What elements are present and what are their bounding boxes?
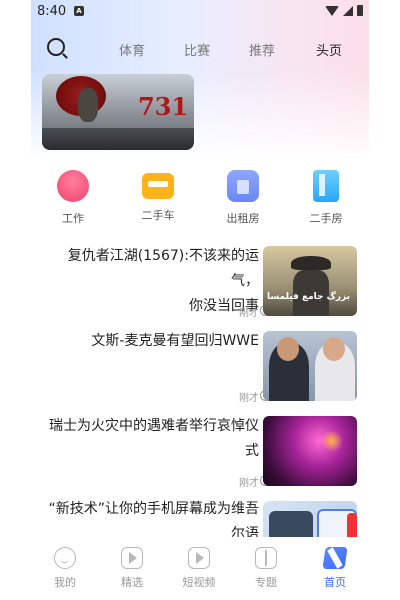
quick-link-label: 二手房: [309, 212, 343, 225]
nav-item-short-video[interactable]: 短视频: [169, 547, 229, 590]
nav-label: 我的: [54, 576, 76, 589]
battery-icon: [357, 5, 363, 16]
news-title-line: 你没当回事: [189, 298, 259, 314]
nav-label: 首页: [324, 576, 346, 589]
news-title: 文斯-麦克曼有望回归WWE: [45, 329, 259, 354]
news-title-line: 文斯-麦克曼有望回归WWE: [91, 333, 259, 349]
featured-icon: [121, 547, 143, 569]
tab-matches[interactable]: 比赛: [184, 40, 210, 59]
profile-icon: [54, 547, 76, 569]
news-title: 瑞士为火灾中的遇难者举行哀悼仪 式: [45, 414, 259, 464]
short-video-icon: [188, 547, 210, 569]
news-thumbnail: [263, 416, 357, 486]
news-title-line: 瑞士为火灾中的遇难者举行哀悼仪: [49, 418, 259, 434]
thumb-hat: [291, 256, 331, 270]
status-time: 8:40: [37, 4, 67, 19]
thumb-head: [277, 337, 299, 361]
banner-gasmask-figure: [78, 88, 98, 122]
nav-item-home[interactable]: 首页: [305, 547, 365, 590]
nav-label: 精选: [121, 576, 143, 589]
news-time: 刚才: [239, 393, 259, 404]
news-title-line: 式: [245, 443, 259, 459]
nav-item-topics[interactable]: 专题: [236, 547, 296, 590]
nav-label: 短视频: [182, 576, 216, 589]
news-thumbnail: [263, 331, 357, 401]
news-time: 刚才: [239, 308, 259, 319]
news-item[interactable]: 瑞士为火灾中的遇难者举行哀悼仪 式 刚才: [31, 414, 369, 494]
news-title-line: “新技术”让你的手机屏幕成为维吾: [48, 501, 259, 517]
status-bar: 8:40 A: [31, 0, 369, 24]
work-icon: [57, 170, 89, 202]
search-icon[interactable]: [47, 38, 65, 56]
nav-label: 专题: [255, 576, 277, 589]
wifi-icon: [325, 5, 339, 16]
banner-title: 731: [138, 92, 189, 121]
banner-crowd: [42, 128, 194, 150]
quick-link-label: 工作: [62, 212, 84, 225]
signal-icon: [343, 5, 353, 16]
rental-house-icon: [227, 170, 259, 202]
status-icons: [325, 5, 363, 16]
news-title-line: 复仇者江湖(1567):不该来的运气，: [67, 248, 259, 289]
news-item[interactable]: 复仇者江湖(1567):不该来的运气， 你没当回事 刚才 بزرگ جامع ف…: [31, 244, 369, 324]
second-hand-house-icon: [313, 170, 339, 202]
notification-a-icon: A: [74, 6, 84, 16]
nav-item-mine[interactable]: 我的: [35, 547, 95, 590]
thumb-light: [321, 430, 343, 452]
app-screen: 8:40 A 体育 比赛 推荐 头页 731 工作 二手车 出租房 二手房 复仇…: [31, 0, 369, 600]
quick-link-second-hand-house[interactable]: 二手房: [296, 170, 356, 226]
top-nav: 体育 比赛 推荐 头页: [31, 32, 369, 62]
quick-link-work[interactable]: 工作: [43, 170, 103, 226]
quick-link-rental[interactable]: 出租房: [213, 170, 273, 226]
bottom-nav: 我的 精选 短视频 专题 首页: [31, 537, 369, 600]
thumb-caption: بزرگ جامع فیلمسا: [267, 292, 351, 302]
used-car-icon: [142, 173, 174, 199]
tab-headlines[interactable]: 头页: [316, 40, 342, 59]
news-time: 刚才: [239, 478, 259, 489]
tab-recommended[interactable]: 推荐: [249, 40, 275, 59]
quick-link-used-car[interactable]: 二手车: [128, 170, 188, 223]
home-icon: [322, 547, 348, 569]
news-title: 复仇者江湖(1567):不该来的运气， 你没当回事: [45, 244, 259, 319]
featured-banner[interactable]: 731: [42, 74, 194, 150]
tab-sports[interactable]: 体育: [119, 40, 145, 59]
thumb-head: [323, 337, 345, 361]
news-item[interactable]: 文斯-麦克曼有望回归WWE 刚才: [31, 329, 369, 409]
topics-icon: [255, 547, 277, 569]
quick-link-label: 二手车: [141, 209, 175, 222]
quick-link-label: 出租房: [226, 212, 260, 225]
news-thumbnail: بزرگ جامع فیلمسا: [263, 246, 357, 316]
nav-item-featured[interactable]: 精选: [102, 547, 162, 590]
